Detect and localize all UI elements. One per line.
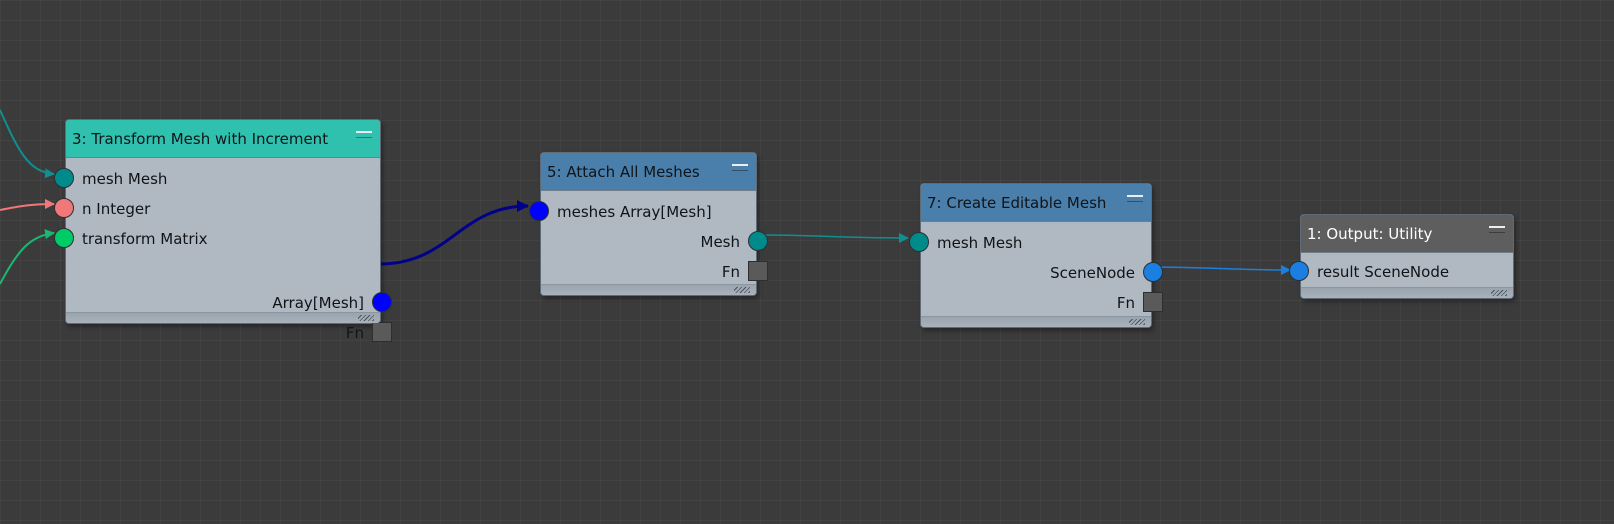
output-port-scenenode[interactable] <box>1143 262 1163 282</box>
node-header[interactable]: 5: Attach All Meshes <box>541 153 756 191</box>
resize-grip-icon[interactable] <box>358 315 374 321</box>
node-title: 3: Transform Mesh with Increment <box>72 130 329 148</box>
wire-integer-input[interactable] <box>0 199 55 211</box>
node-output-utility[interactable]: 1: Output: Utility result SceneNode <box>1289 214 1514 299</box>
output-row-mesh: Mesh <box>700 227 768 257</box>
wire-array-mesh[interactable] <box>379 200 529 266</box>
resize-grip-icon[interactable] <box>1491 290 1507 296</box>
node-footer <box>921 316 1151 327</box>
wire-matrix-input[interactable] <box>0 229 55 285</box>
input-label: meshes Array[Mesh] <box>557 203 712 221</box>
node-header[interactable]: 1: Output: Utility <box>1301 215 1513 253</box>
output-port-mesh[interactable] <box>748 231 768 251</box>
resize-grip-icon[interactable] <box>734 287 750 293</box>
node-attach-all-meshes[interactable]: 5: Attach All Meshes meshes Array[Mesh] … <box>529 152 768 296</box>
node-footer <box>541 284 756 295</box>
output-row-fn: Fn <box>721 257 768 287</box>
input-port-meshes[interactable] <box>529 201 549 221</box>
input-label: n Integer <box>82 200 151 218</box>
node-footer <box>66 312 380 323</box>
output-row-fn: Fn <box>1116 288 1163 318</box>
wire-scenenode[interactable] <box>1150 264 1291 275</box>
input-label: transform Matrix <box>82 230 208 248</box>
input-port-mesh[interactable] <box>909 232 929 252</box>
resize-grip-icon[interactable] <box>1129 319 1145 325</box>
input-row-n: n Integer <box>54 194 151 224</box>
input-port-result[interactable] <box>1289 261 1309 281</box>
input-port-mesh[interactable] <box>54 168 74 188</box>
collapse-icon[interactable] <box>1489 226 1505 233</box>
node-transform-mesh-with-increment[interactable]: 3: Transform Mesh with Increment mesh Me… <box>54 119 392 342</box>
input-row-result: result SceneNode <box>1289 257 1450 287</box>
collapse-icon[interactable] <box>1127 195 1143 202</box>
input-label: result SceneNode <box>1317 263 1450 281</box>
node-header[interactable]: 7: Create Editable Mesh <box>921 184 1151 222</box>
output-label: Mesh <box>700 233 741 251</box>
input-label: mesh Mesh <box>937 234 1023 252</box>
input-row-mesh: mesh Mesh <box>909 228 1023 258</box>
output-label: Array[Mesh] <box>272 294 364 312</box>
node-title: 1: Output: Utility <box>1307 225 1433 243</box>
output-label: Fn <box>1116 294 1135 312</box>
node-title: 5: Attach All Meshes <box>547 163 700 181</box>
input-row-transform: transform Matrix <box>54 224 208 254</box>
output-port-fn[interactable] <box>372 322 392 342</box>
collapse-icon[interactable] <box>732 164 748 171</box>
wire-mesh-input[interactable] <box>0 109 55 179</box>
output-label: Fn <box>345 324 364 342</box>
input-row-meshes: meshes Array[Mesh] <box>529 197 712 227</box>
output-label: Fn <box>721 263 740 281</box>
input-row-mesh: mesh Mesh <box>54 164 168 194</box>
node-title: 7: Create Editable Mesh <box>927 194 1107 212</box>
input-label: mesh Mesh <box>82 170 168 188</box>
output-row-scenenode: SceneNode <box>1050 258 1163 288</box>
node-footer <box>1301 287 1513 298</box>
node-create-editable-mesh[interactable]: 7: Create Editable Mesh mesh Mesh SceneN… <box>909 183 1163 328</box>
input-port-transform[interactable] <box>54 228 74 248</box>
output-port-fn[interactable] <box>1143 292 1163 312</box>
output-port-fn[interactable] <box>748 261 768 281</box>
wire-mesh[interactable] <box>755 232 909 243</box>
output-port-array-mesh[interactable] <box>372 292 392 312</box>
output-label: SceneNode <box>1050 264 1135 282</box>
input-port-n[interactable] <box>54 198 74 218</box>
collapse-icon[interactable] <box>356 131 372 138</box>
node-header[interactable]: 3: Transform Mesh with Increment <box>66 120 380 158</box>
